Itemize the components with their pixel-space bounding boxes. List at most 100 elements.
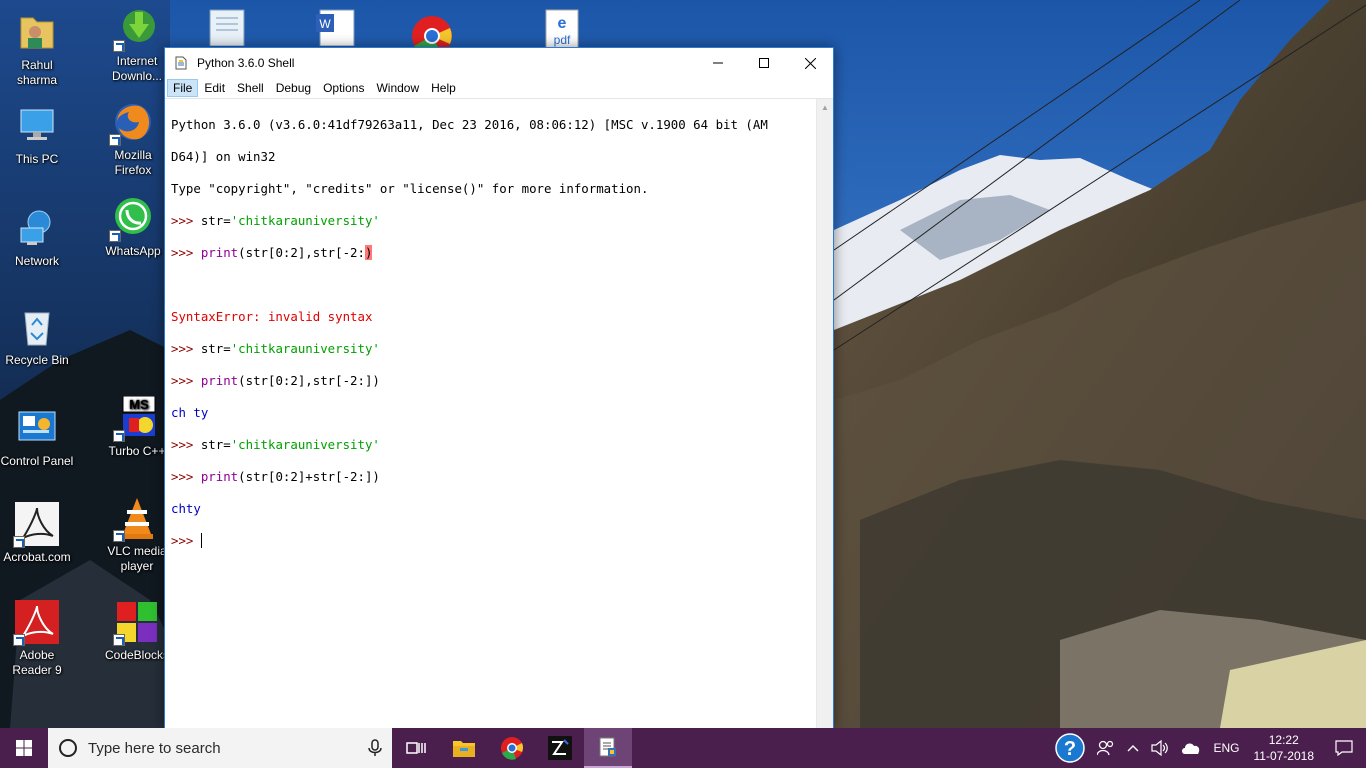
idle-python-icon — [599, 737, 616, 757]
taskbar-clock[interactable]: 12:22 11-07-2018 — [1246, 732, 1323, 764]
start-button[interactable] — [0, 728, 48, 768]
volume-button[interactable] — [1145, 728, 1175, 768]
help-button[interactable]: ? — [1049, 728, 1091, 768]
file-explorer-icon — [453, 741, 475, 757]
task-view-icon — [406, 742, 426, 754]
shell-output: ch ty — [171, 405, 209, 420]
action-center-button[interactable] — [1322, 728, 1366, 768]
shortcut-arrow-icon — [113, 430, 125, 442]
shell-input-line: >>> str='chitkarauniversity' — [171, 341, 816, 357]
show-hidden-icons-button[interactable] — [1121, 728, 1145, 768]
menu-options[interactable]: Options — [317, 79, 370, 97]
word-document-icon[interactable]: W — [314, 6, 358, 47]
shell-area[interactable]: Python 3.6.0 (v3.6.0:41df79263a11, Dec 2… — [165, 98, 833, 728]
banner-line-1: Python 3.6.0 (v3.6.0:41df79263a11, Dec 2… — [171, 117, 768, 132]
desktop-icon-whatsapp[interactable]: WhatsApp — [96, 196, 170, 259]
string-literal: 'chitkarauniversity' — [230, 437, 380, 452]
system-tray: ? ENG 12:22 11-07-2018 — [1049, 728, 1366, 768]
maximize-button[interactable] — [741, 48, 787, 78]
taskbar-turbo-c[interactable] — [536, 728, 584, 768]
active-prompt-line[interactable]: >>> — [171, 533, 816, 549]
string-literal: 'chitkarauniversity' — [230, 341, 380, 356]
task-view-button[interactable] — [392, 728, 440, 768]
desktop-icon-recycle-bin[interactable]: Recycle Bin — [0, 305, 74, 368]
shortcut-arrow-icon — [113, 40, 125, 52]
shortcut-arrow-icon — [109, 134, 121, 146]
desktop-icon-codeblocks[interactable]: CodeBlocks — [100, 600, 174, 663]
notification-icon — [1335, 740, 1353, 756]
error-highlight: ) — [364, 245, 373, 260]
firefox-icon — [109, 100, 155, 146]
minimize-icon — [713, 62, 723, 64]
help-icon: ? — [1055, 733, 1086, 763]
taskbar-idle[interactable] — [584, 728, 632, 768]
prompt: >>> — [171, 533, 201, 548]
people-button[interactable] — [1091, 728, 1121, 768]
title-bar[interactable]: Python 3.6.0 Shell — [165, 48, 833, 78]
close-icon — [804, 57, 816, 69]
desktop-icon-user-folder[interactable]: Rahul sharma — [0, 10, 74, 88]
taskbar-search-box[interactable]: Type here to search — [48, 728, 392, 768]
prompt: >>> — [171, 341, 201, 356]
shell-input-line: >>> print(str[0:2],str[-2:]) — [171, 373, 816, 389]
shortcut-arrow-icon — [109, 230, 121, 242]
shell-input-line: >>> print(str[0:2]+str[-2:]) — [171, 469, 816, 485]
computer-icon — [15, 104, 59, 148]
microphone-icon[interactable] — [368, 739, 382, 757]
idle-shell-window[interactable]: Python 3.6.0 Shell File Edit Shell Debug… — [164, 47, 834, 729]
onedrive-button[interactable] — [1175, 728, 1207, 768]
close-button[interactable] — [787, 48, 833, 78]
maximize-icon — [759, 58, 769, 68]
scroll-up-arrow-icon[interactable]: ▲ — [817, 99, 833, 116]
internet-download-manager-icon — [113, 6, 159, 52]
minimize-button[interactable] — [695, 48, 741, 78]
shortcut-arrow-icon — [113, 634, 125, 646]
speaker-icon — [1151, 740, 1169, 756]
desktop-icon-control-panel[interactable]: Control Panel — [0, 406, 74, 469]
menu-shell[interactable]: Shell — [231, 79, 270, 97]
menu-help[interactable]: Help — [425, 79, 462, 97]
shell-output: chty — [171, 501, 201, 516]
shell-text[interactable]: Python 3.6.0 (v3.6.0:41df79263a11, Dec 2… — [165, 99, 816, 728]
recycle-bin-icon — [15, 305, 59, 349]
desktop-icon-this-pc[interactable]: This PC — [0, 104, 74, 167]
desktop-icon-idm[interactable]: Internet Downlo... — [100, 6, 174, 84]
prompt: >>> — [171, 437, 201, 452]
desktop-icon-adobe-reader[interactable]: Adobe Reader 9 — [0, 600, 74, 678]
menu-bar: File Edit Shell Debug Options Window Hel… — [165, 78, 833, 98]
vertical-scrollbar[interactable]: ▲ — [816, 99, 833, 728]
taskbar-file-explorer[interactable] — [440, 728, 488, 768]
search-placeholder: Type here to search — [88, 739, 221, 757]
menu-edit[interactable]: Edit — [198, 79, 231, 97]
desktop-icon-vlc[interactable]: VLC media player — [100, 496, 174, 574]
taskbar: Type here to search ? ENG 12:22 11-07-20… — [0, 728, 1366, 768]
code-text: (str[0:2],str[-2:]) — [238, 373, 380, 388]
menu-window[interactable]: Window — [370, 79, 425, 97]
people-icon — [1097, 740, 1114, 756]
desktop-icon-acrobat[interactable]: Acrobat.com — [0, 502, 74, 565]
shell-input-line: >>> print(str[0:2],str[-2:) — [171, 245, 816, 261]
svg-text:e: e — [558, 15, 567, 32]
acrobat-icon — [13, 502, 59, 548]
python-icon — [173, 55, 189, 71]
desktop-icon-network[interactable]: Network — [0, 206, 74, 269]
svg-text:?: ? — [1064, 738, 1076, 760]
desktop-icon-turbo-cpp[interactable]: MS Turbo C++ — [100, 395, 174, 459]
notepad-icon[interactable] — [206, 6, 250, 47]
language-indicator[interactable]: ENG — [1207, 728, 1245, 768]
menu-file[interactable]: File — [167, 79, 199, 97]
svg-text:W: W — [319, 17, 331, 31]
code-text: str= — [200, 213, 231, 228]
taskbar-chrome[interactable] — [488, 728, 536, 768]
menu-debug[interactable]: Debug — [270, 79, 317, 97]
desktop-icon-firefox[interactable]: Mozilla Firefox — [96, 100, 170, 178]
pdf-file-icon[interactable]: e pdf — [544, 8, 580, 49]
vlc-icon — [113, 496, 159, 542]
shell-input-line: >>> str='chitkarauniversity' — [171, 437, 816, 453]
shortcut-arrow-icon — [13, 536, 25, 548]
code-text: str= — [200, 437, 231, 452]
whatsapp-icon — [109, 196, 155, 242]
keyword: print — [200, 469, 239, 484]
chrome-desktop-icon[interactable] — [410, 14, 454, 57]
